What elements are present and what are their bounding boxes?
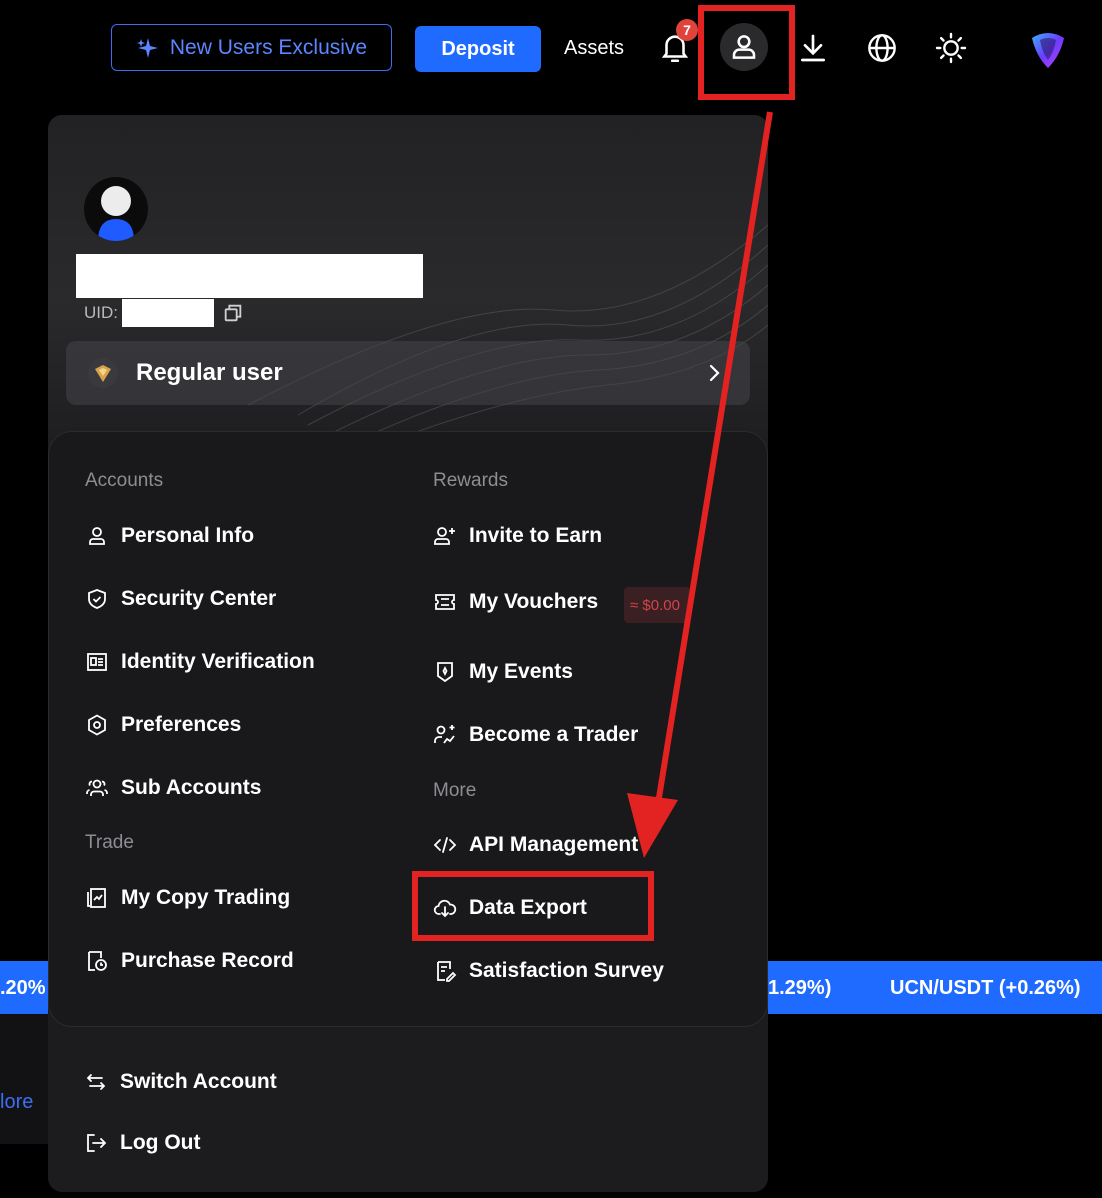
menu-label: Become a Trader xyxy=(469,723,639,746)
copy-icon[interactable] xyxy=(222,302,244,324)
menu-preferences[interactable]: Preferences xyxy=(85,713,241,737)
user-level-button[interactable]: Regular user xyxy=(66,341,750,405)
menu-my-copy-trading[interactable]: My Copy Trading xyxy=(85,886,290,910)
menu-label: Invite to Earn xyxy=(469,524,603,547)
brand-logo[interactable] xyxy=(1026,26,1070,70)
vip-shield-icon xyxy=(88,358,118,388)
switch-account-button[interactable]: Switch Account xyxy=(84,1070,277,1094)
accounts-section-title: Accounts xyxy=(85,470,164,491)
menu-label: API Management xyxy=(469,833,639,856)
more-section-title: More xyxy=(433,780,477,801)
uid-row: UID: xyxy=(84,299,244,327)
ticket-icon xyxy=(435,594,455,610)
menu-label: Satisfaction Survey xyxy=(469,959,664,982)
user-icon xyxy=(89,527,105,545)
code-icon xyxy=(433,837,457,853)
menu-label: Personal Info xyxy=(121,524,255,547)
cloud-download-icon xyxy=(433,899,457,918)
download-icon xyxy=(801,34,825,62)
top-navbar: New Users Exclusive Deposit Assets 7 xyxy=(0,0,1102,100)
switch-arrows-icon xyxy=(86,1074,106,1090)
event-shield-icon xyxy=(437,662,453,683)
menu-become-a-trader[interactable]: Become a Trader xyxy=(433,723,638,747)
settings-hexagon-icon xyxy=(88,714,106,736)
chevron-right-icon xyxy=(709,364,720,382)
menu-label: Security Center xyxy=(121,587,277,610)
menu-label: Purchase Record xyxy=(121,949,294,972)
new-users-exclusive-button[interactable]: New Users Exclusive xyxy=(111,24,392,71)
menu-data-export[interactable]: Data Export xyxy=(433,896,587,920)
clock-document-icon xyxy=(88,951,107,971)
menu-label: Sub Accounts xyxy=(121,776,262,799)
logout-icon xyxy=(87,1134,107,1152)
deposit-button[interactable]: Deposit xyxy=(415,26,541,72)
menu-personal-info[interactable]: Personal Info xyxy=(85,524,254,548)
user-plus-icon xyxy=(434,527,455,545)
language-button[interactable] xyxy=(862,28,902,68)
trader-icon xyxy=(434,725,455,744)
sun-icon xyxy=(935,32,967,64)
log-out-label: Log Out xyxy=(120,1131,201,1154)
menu-identity-verification[interactable]: Identity Verification xyxy=(85,650,315,674)
avatar[interactable] xyxy=(84,177,148,241)
menu-label: Identity Verification xyxy=(121,650,315,673)
menu-api-management[interactable]: API Management xyxy=(433,833,638,857)
profile-header: UID: Regular user xyxy=(48,115,768,445)
menu-label: Data Export xyxy=(469,896,587,919)
shield-check-icon xyxy=(88,589,106,609)
new-users-label: New Users Exclusive xyxy=(169,35,368,59)
ticker-item: UCN/USDT (+0.26%) xyxy=(890,977,1081,999)
menu-label: My Copy Trading xyxy=(121,886,291,909)
uid-value-redacted xyxy=(122,299,214,327)
user-level-label: Regular user xyxy=(136,359,283,386)
voucher-balance-badge: ≈ $0.00 xyxy=(624,587,690,623)
menu-label: My Vouchers xyxy=(469,590,599,613)
notification-badge: 7 xyxy=(676,19,698,41)
trade-section-title: Trade xyxy=(85,832,134,853)
logo-icon xyxy=(1032,33,1064,68)
menu-my-events[interactable]: My Events xyxy=(433,660,573,684)
menu-card: Accounts Personal Info Security Center I… xyxy=(48,431,768,1027)
username-redacted xyxy=(76,254,423,298)
user-icon xyxy=(732,35,756,59)
avatar-icon xyxy=(98,186,134,241)
log-out-button[interactable]: Log Out xyxy=(84,1131,200,1155)
menu-invite-to-earn[interactable]: Invite to Earn xyxy=(433,524,602,548)
sparkle-icon xyxy=(136,37,158,58)
menu-label: My Events xyxy=(469,660,573,683)
theme-toggle-button[interactable] xyxy=(931,28,971,68)
survey-icon xyxy=(437,961,457,982)
ticker-item: 1.29%) xyxy=(768,977,832,999)
switch-account-label: Switch Account xyxy=(120,1070,277,1093)
id-card-icon xyxy=(87,653,107,671)
uid-label: UID: xyxy=(84,303,118,322)
background-more-link[interactable]: lore xyxy=(0,1091,33,1114)
assets-link[interactable]: Assets xyxy=(564,37,624,60)
menu-my-vouchers[interactable]: My Vouchers xyxy=(433,590,598,614)
menu-sub-accounts[interactable]: Sub Accounts xyxy=(85,776,261,800)
rewards-section-title: Rewards xyxy=(433,470,508,491)
globe-icon xyxy=(868,34,896,62)
menu-purchase-record[interactable]: Purchase Record xyxy=(85,949,294,973)
download-button[interactable] xyxy=(793,28,833,68)
users-icon xyxy=(86,779,108,796)
menu-security-center[interactable]: Security Center xyxy=(85,587,276,611)
user-profile-button[interactable] xyxy=(720,23,768,71)
menu-satisfaction-survey[interactable]: Satisfaction Survey xyxy=(433,959,664,983)
copy-trade-icon xyxy=(87,888,106,908)
ticker-item: .20% xyxy=(0,977,46,999)
menu-label: Preferences xyxy=(121,713,242,736)
profile-dropdown: UID: Regular user Accounts Personal Info xyxy=(48,115,768,1192)
